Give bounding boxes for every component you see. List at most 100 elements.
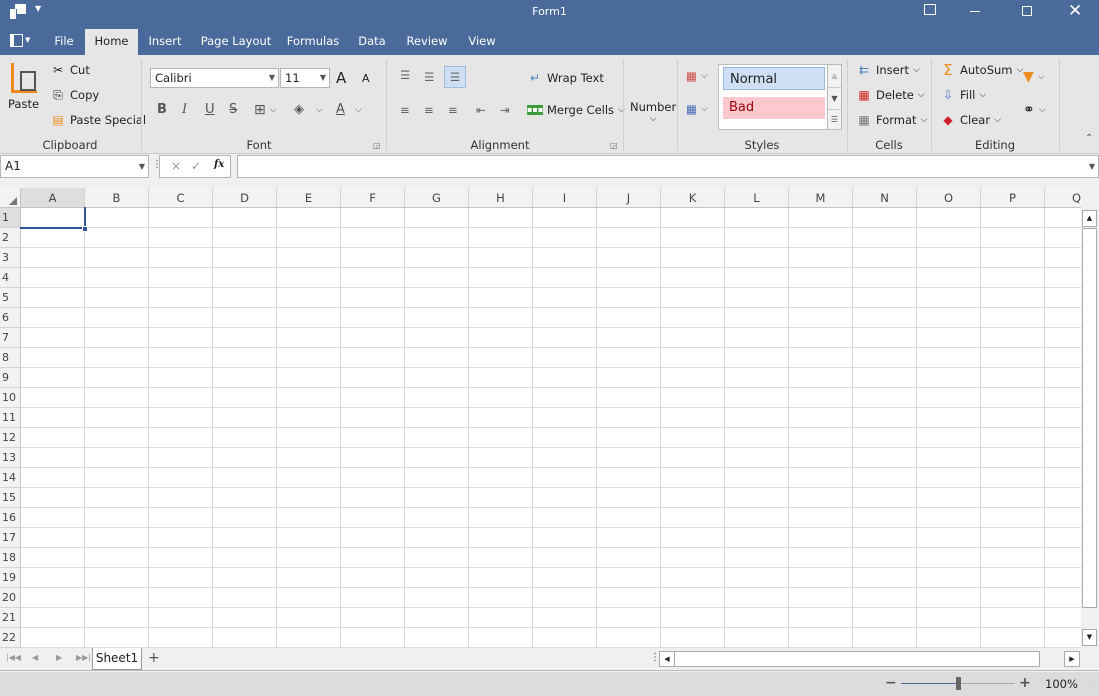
column-header-k[interactable]: K — [661, 188, 725, 208]
font-size-combo[interactable]: 11 ▼ — [280, 68, 330, 88]
close-button[interactable]: ✕ — [1068, 1, 1082, 21]
row-header-3[interactable]: 3 — [0, 248, 21, 268]
zoom-level[interactable]: 100% — [1045, 677, 1078, 691]
decrease-indent-button[interactable]: ⇤ — [476, 103, 486, 117]
autosum-button[interactable]: Σ AutoSum ⌵ — [940, 62, 1023, 78]
insert-cells-button[interactable]: ⇇ Insert ⌵ — [856, 62, 920, 78]
column-header-c[interactable]: C — [149, 188, 213, 208]
format-cells-button[interactable]: ▦ Format ⌵ — [856, 112, 927, 128]
resize-grip-icon[interactable]: ⋰ — [1087, 682, 1094, 690]
align-left-button[interactable]: ≡ — [400, 103, 410, 117]
row-header-13[interactable]: 13 — [0, 448, 21, 468]
column-header-e[interactable]: E — [277, 188, 341, 208]
zoom-slider-thumb[interactable] — [956, 677, 961, 690]
column-header-f[interactable]: F — [341, 188, 405, 208]
scroll-down-button[interactable]: ▼ — [1082, 629, 1097, 646]
enter-icon[interactable]: ✓ — [191, 159, 201, 173]
column-header-q[interactable]: Q — [1045, 188, 1081, 208]
scroll-left-button[interactable]: ◀ — [660, 652, 675, 666]
format-as-table-button[interactable]: ▦ ⌵ — [686, 102, 708, 116]
row-header-21[interactable]: 21 — [0, 608, 21, 628]
app-menu-dropdown-icon[interactable]: ▼ — [25, 36, 30, 44]
prev-sheet-icon[interactable]: ◀ — [32, 653, 38, 662]
row-header-2[interactable]: 2 — [0, 228, 21, 248]
merge-cells-button[interactable]: ▪▪▪ Merge Cells ⌵ — [527, 103, 625, 117]
clear-button[interactable]: ◆ Clear ⌵ — [940, 112, 1001, 128]
row-header-14[interactable]: 14 — [0, 468, 21, 488]
zoom-slider[interactable] — [901, 677, 1015, 690]
styles-gallery-scroll[interactable]: ▲ ▼ ☰ — [827, 64, 842, 130]
tab-data[interactable]: Data — [352, 29, 392, 55]
font-name-combo[interactable]: Calibri ▼ — [150, 68, 279, 88]
strikethrough-button[interactable]: S — [229, 102, 237, 117]
column-header-j[interactable]: J — [597, 188, 661, 208]
number-format-button[interactable]: Number ⌵ — [630, 100, 676, 124]
add-sheet-button[interactable]: + — [148, 650, 160, 666]
row-header-11[interactable]: 11 — [0, 408, 21, 428]
copy-button[interactable]: ⎘ Copy — [50, 87, 99, 103]
vertical-scroll-thumb[interactable] — [1082, 228, 1097, 608]
tab-view[interactable]: View — [462, 29, 502, 55]
style-bad[interactable]: Bad — [723, 97, 825, 119]
font-color-button[interactable]: A ⌵ — [336, 102, 362, 117]
paste-button[interactable]: Paste — [8, 63, 39, 111]
sheet-tab-sheet1[interactable]: Sheet1 — [92, 648, 142, 670]
row-header-16[interactable]: 16 — [0, 508, 21, 528]
column-header-n[interactable]: N — [853, 188, 917, 208]
horizontal-scrollbar[interactable]: ◀ — [659, 651, 1040, 667]
first-sheet-icon[interactable]: |◀◀ — [6, 653, 21, 662]
row-header-8[interactable]: 8 — [0, 348, 21, 368]
shrink-font-button[interactable]: A — [362, 72, 370, 85]
tab-insert[interactable]: Insert — [140, 29, 190, 55]
borders-button[interactable]: ⊞ ⌵ — [254, 102, 277, 118]
scroll-up-button[interactable]: ▲ — [1082, 210, 1097, 227]
gallery-expand-icon[interactable]: ☰ — [828, 109, 841, 129]
app-menu-icon[interactable] — [10, 34, 23, 47]
minimize-button[interactable] — [970, 11, 980, 12]
bold-button[interactable]: B — [157, 102, 167, 117]
collapse-ribbon-icon[interactable]: ⌃ — [1085, 133, 1093, 144]
column-header-i[interactable]: I — [533, 188, 597, 208]
alignment-dialog-launcher-icon[interactable]: ◲ — [610, 141, 618, 150]
tab-formulas[interactable]: Formulas — [283, 29, 343, 55]
row-header-22[interactable]: 22 — [0, 628, 21, 648]
next-sheet-icon[interactable]: ▶ — [56, 653, 62, 662]
align-top-button[interactable]: ☰ — [400, 68, 410, 82]
row-header-7[interactable]: 7 — [0, 328, 21, 348]
maximize-button[interactable] — [1022, 6, 1032, 16]
wrap-text-button[interactable]: ↵ Wrap Text — [527, 70, 604, 86]
column-header-g[interactable]: G — [405, 188, 469, 208]
vertical-scrollbar[interactable]: ▲ ▼ — [1081, 208, 1098, 648]
scroll-up-icon[interactable]: ▲ — [828, 65, 841, 87]
row-header-20[interactable]: 20 — [0, 588, 21, 608]
tab-review[interactable]: Review — [402, 29, 452, 55]
row-header-5[interactable]: 5 — [0, 288, 21, 308]
grow-font-button[interactable]: A — [336, 69, 346, 87]
row-header-12[interactable]: 12 — [0, 428, 21, 448]
italic-button[interactable]: I — [182, 102, 187, 117]
zoom-in-button[interactable]: + — [1019, 675, 1031, 691]
last-sheet-icon[interactable]: ▶▶| — [76, 653, 91, 662]
selected-cell-a1[interactable] — [20, 207, 86, 229]
underline-button[interactable]: U — [205, 102, 215, 117]
row-header-9[interactable]: 9 — [0, 368, 21, 388]
tab-page-layout[interactable]: Page Layout — [198, 29, 274, 55]
column-header-l[interactable]: L — [725, 188, 789, 208]
fill-color-button[interactable]: ◈ ⌵ — [294, 102, 323, 117]
scroll-right-button[interactable]: ▶ — [1064, 651, 1080, 667]
zoom-out-button[interactable]: − — [885, 675, 897, 691]
tab-home[interactable]: Home — [85, 29, 138, 55]
column-header-h[interactable]: H — [469, 188, 533, 208]
row-header-1[interactable]: 1 — [0, 208, 21, 228]
ribbon-display-icon[interactable] — [924, 4, 936, 15]
row-header-18[interactable]: 18 — [0, 548, 21, 568]
cancel-icon[interactable]: × — [171, 159, 181, 173]
align-right-button[interactable]: ≡ — [448, 103, 458, 117]
column-header-p[interactable]: P — [981, 188, 1045, 208]
style-normal[interactable]: Normal — [723, 67, 825, 90]
conditional-formatting-button[interactable]: ▦ ⌵ — [686, 69, 708, 83]
name-box[interactable]: A1 ▼ — [0, 155, 149, 178]
row-header-15[interactable]: 15 — [0, 488, 21, 508]
column-header-o[interactable]: O — [917, 188, 981, 208]
tab-file[interactable]: File — [45, 29, 83, 55]
